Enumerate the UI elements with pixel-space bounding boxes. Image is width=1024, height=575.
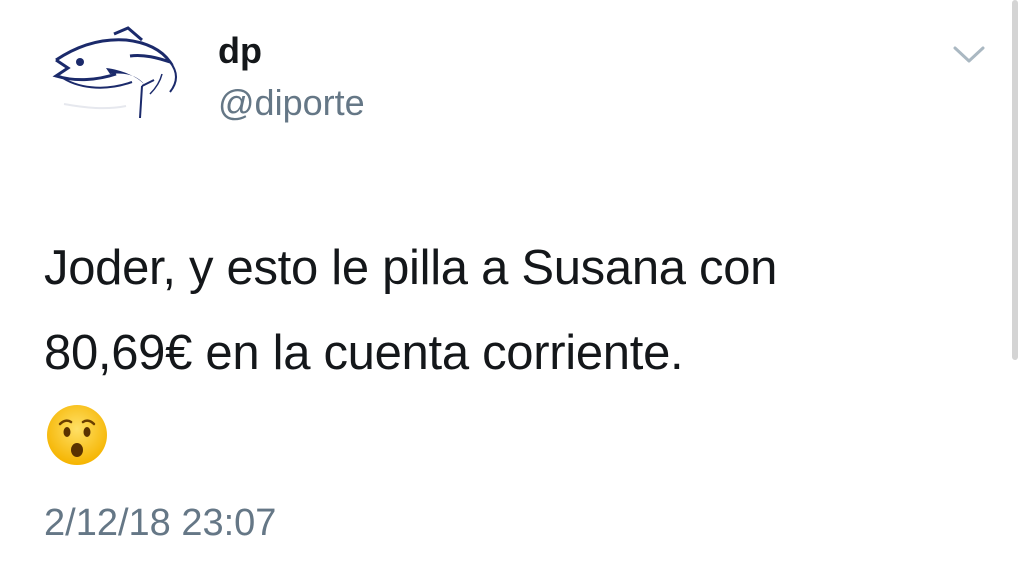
fish-logo-icon xyxy=(52,26,177,119)
hushed-face-icon xyxy=(46,404,108,466)
avatar[interactable] xyxy=(46,18,186,138)
tweet-text-line: 80,69€ en la cuenta corriente. xyxy=(44,326,684,380)
chevron-down-icon xyxy=(953,46,985,63)
tweet-text: Joder, y esto le pilla a Susana con 80,6… xyxy=(44,226,974,396)
tweet-text-line: Joder, y esto le pilla a Susana con xyxy=(44,241,778,295)
display-name[interactable]: dp xyxy=(218,30,262,72)
tweet-menu-button[interactable] xyxy=(952,44,986,66)
tweet-timestamp[interactable]: 2/12/18 23:07 xyxy=(44,500,276,546)
user-handle[interactable]: @diporte xyxy=(218,82,365,124)
scrollbar[interactable] xyxy=(1012,0,1018,360)
tweet-card: dp @diporte Joder, y esto le pilla a Sus… xyxy=(0,0,1024,575)
